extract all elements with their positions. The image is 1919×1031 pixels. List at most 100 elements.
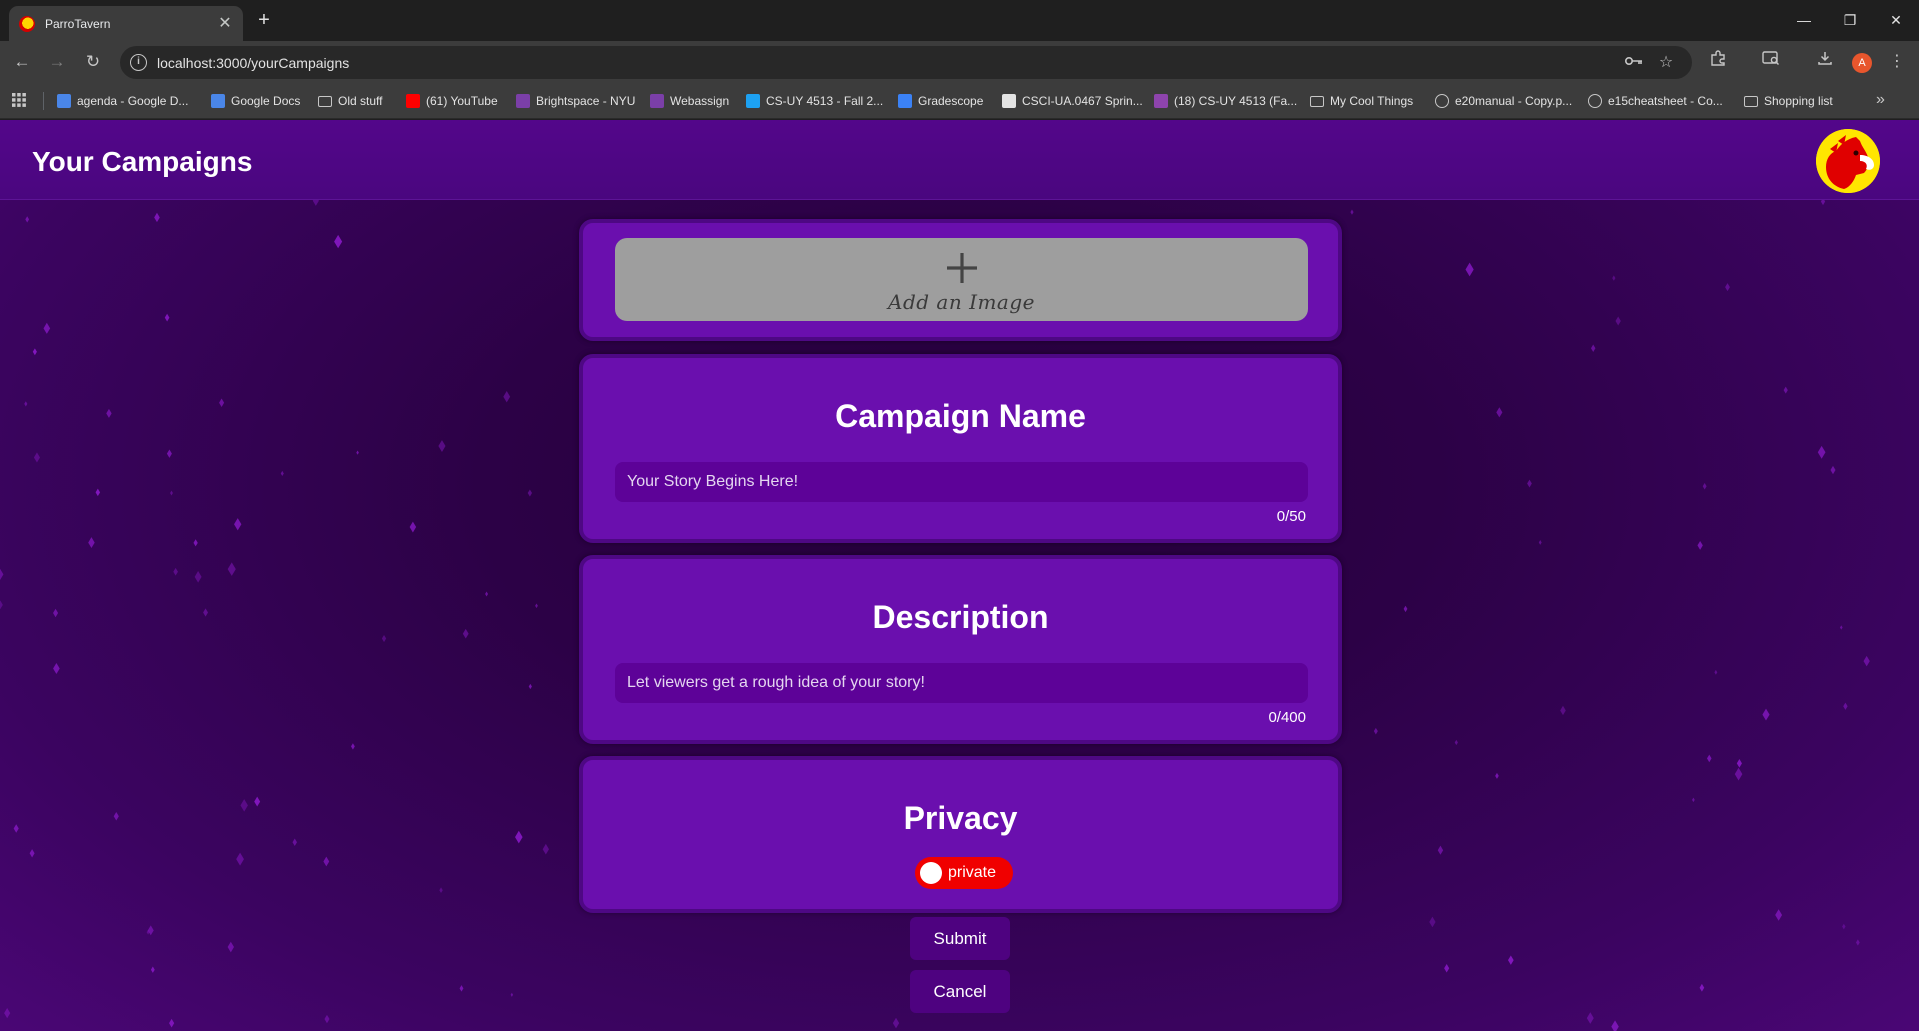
star-sparkle [542, 843, 550, 855]
downloads-icon[interactable] [1813, 50, 1837, 74]
add-image-button[interactable]: Add an Image [615, 238, 1308, 321]
back-button[interactable]: ← [9, 49, 35, 75]
app-header: Your Campaigns [0, 120, 1919, 200]
browser-tab[interactable]: ParroTavern ✕ [9, 6, 243, 41]
star-sparkle [1706, 754, 1712, 763]
campaign-name-input[interactable] [615, 462, 1308, 502]
star-sparkle [1817, 445, 1826, 459]
star-sparkle [1775, 909, 1783, 921]
star-sparkle [409, 521, 417, 533]
bookmark-item[interactable]: CS-UY 4513 - Fall 2... [746, 92, 883, 110]
profile-avatar[interactable]: A [1852, 53, 1872, 73]
bookmark-item[interactable]: Gradescope [898, 92, 983, 110]
bookmark-label: Old stuff [338, 94, 383, 108]
bookmark-item[interactable]: CSCI-UA.0467 Sprin... [1002, 92, 1143, 110]
star-sparkle [193, 539, 198, 547]
bookmark-label: Webassign [670, 94, 730, 108]
more-bookmarks-chevron-icon[interactable]: » [1876, 91, 1885, 109]
new-tab-button[interactable]: + [252, 9, 276, 33]
parrot-logo[interactable] [1816, 129, 1880, 193]
star-sparkle [170, 490, 173, 496]
star-sparkle [1736, 759, 1742, 768]
star-sparkle [1699, 983, 1705, 992]
star-sparkle [1507, 955, 1514, 965]
close-tab-icon[interactable]: ✕ [217, 15, 233, 32]
star-sparkle [1560, 705, 1566, 716]
star-sparkle [13, 824, 19, 833]
bookmark-item[interactable]: Old stuff [318, 92, 382, 110]
star-sparkle [33, 452, 40, 463]
site-info-icon[interactable]: i [130, 54, 147, 71]
star-sparkle [356, 450, 359, 455]
forward-button[interactable]: → [44, 49, 70, 75]
star-sparkle [535, 603, 538, 609]
star-sparkle [515, 830, 523, 844]
folder-icon [318, 95, 332, 107]
google-docs-icon [57, 94, 71, 108]
privacy-toggle-knob [920, 862, 942, 884]
bookmark-item[interactable]: Brightspace - NYU [516, 92, 635, 110]
star-sparkle [1697, 540, 1703, 550]
apps-grid-icon[interactable] [12, 93, 28, 109]
extensions-icon[interactable] [1706, 50, 1730, 74]
folder-icon [1310, 95, 1324, 107]
cancel-button[interactable]: Cancel [910, 970, 1010, 1013]
star-sparkle [528, 683, 532, 690]
tab-search-icon[interactable] [1759, 50, 1783, 74]
star-sparkle [1538, 540, 1542, 545]
youtube-icon [406, 94, 420, 108]
star-sparkle [194, 571, 202, 583]
star-sparkle [150, 966, 155, 973]
address-url[interactable]: localhost:3000/yourCampaigns [157, 55, 349, 71]
bookmark-item[interactable]: My Cool Things [1310, 92, 1413, 110]
star-sparkle [1762, 708, 1770, 721]
restore-window-button[interactable]: ❐ [1827, 0, 1873, 41]
description-input[interactable] [615, 663, 1308, 703]
bookmark-label: CSCI-UA.0467 Sprin... [1022, 94, 1143, 108]
app-page: Your Campaigns Add an Image Campaign Nam… [0, 120, 1919, 1031]
submit-button[interactable]: Submit [910, 917, 1010, 960]
parrot-favicon-icon [19, 15, 35, 32]
star-sparkle [1495, 772, 1499, 779]
address-bar[interactable]: i localhost:3000/yourCampaigns ☆ [120, 46, 1692, 79]
star-sparkle [203, 608, 209, 617]
password-key-icon[interactable] [1623, 52, 1645, 74]
minimize-window-button[interactable]: — [1781, 0, 1827, 41]
bookmark-item[interactable]: e15cheatsheet - Co... [1588, 92, 1723, 110]
close-window-button[interactable]: ✕ [1873, 0, 1919, 41]
bookmark-star-icon[interactable]: ☆ [1655, 52, 1677, 74]
star-sparkle [227, 941, 234, 953]
tab-title: ParroTavern [45, 16, 111, 31]
star-sparkle [381, 634, 387, 643]
menu-kebab-icon[interactable]: ⋮ [1885, 50, 1909, 74]
star-sparkle [1843, 702, 1848, 710]
star-sparkle [1454, 739, 1458, 746]
star-sparkle [1437, 845, 1444, 855]
bookmark-label: Brightspace - NYU [536, 94, 636, 108]
bookmark-item[interactable]: e20manual - Copy.p... [1435, 92, 1572, 110]
bookmark-label: Google Docs [231, 94, 301, 108]
nyu-icon [1002, 94, 1016, 108]
browser-toolbar: ← → ↻ i localhost:3000/yourCampaigns ☆ A… [0, 41, 1919, 83]
star-sparkle [351, 743, 355, 750]
privacy-toggle[interactable]: private [915, 857, 1013, 889]
star-sparkle [164, 313, 170, 322]
star-sparkle [43, 322, 51, 334]
bookmark-item[interactable]: Shopping list [1744, 92, 1833, 110]
reload-button[interactable]: ↻ [80, 49, 106, 75]
star-sparkle [1783, 386, 1788, 394]
campaign-name-char-count: 0/50 [1276, 508, 1306, 525]
bookmark-item[interactable]: Google Docs [211, 92, 300, 110]
bookmark-item[interactable]: (18) CS-UY 4513 (Fa... [1154, 92, 1297, 110]
bookmark-label: Gradescope [918, 94, 984, 108]
privacy-heading: Privacy [903, 800, 1018, 836]
bookmark-label: e15cheatsheet - Co... [1608, 94, 1723, 108]
star-sparkle [1612, 275, 1616, 281]
browser-tab-bar: ParroTavern ✕ + — ❐ ✕ [0, 0, 1919, 41]
bookmark-item[interactable]: (61) YouTube [406, 92, 498, 110]
bookmark-item[interactable]: agenda - Google D... [57, 92, 188, 110]
star-sparkle [1839, 625, 1843, 630]
bookmark-item[interactable]: Webassign [650, 92, 729, 110]
star-sparkle [1611, 1020, 1619, 1031]
description-heading: Description [872, 599, 1049, 635]
